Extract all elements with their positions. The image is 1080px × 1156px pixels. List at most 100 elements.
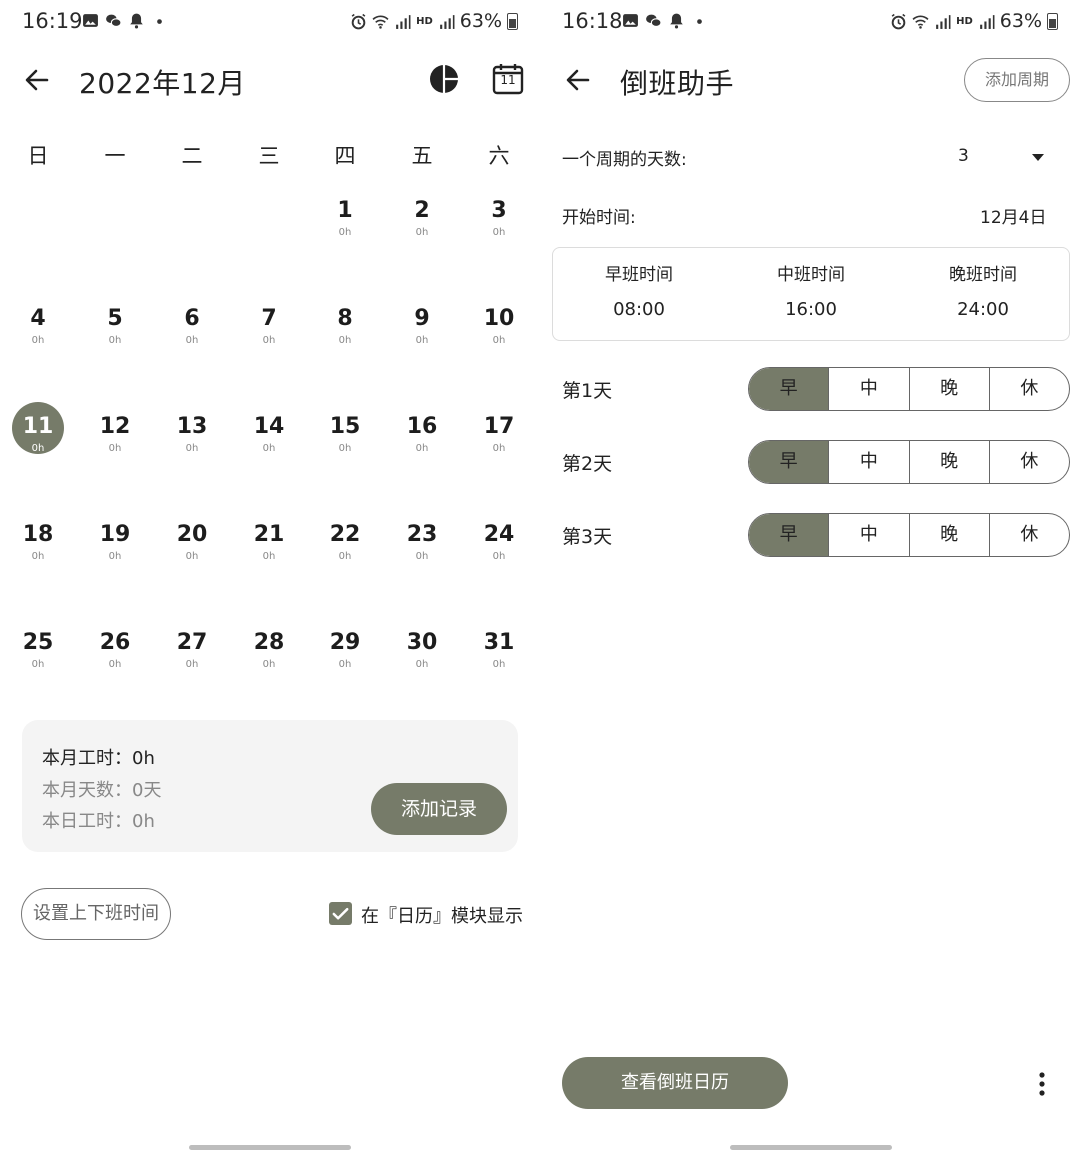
shift-option[interactable]: 休 [988, 368, 1069, 410]
day-hours: 0h [185, 443, 199, 454]
calendar-icon-day: 11 [500, 73, 516, 87]
calendar-day[interactable]: 15 0h [307, 414, 383, 474]
calendar-day[interactable]: 30 0h [384, 630, 460, 690]
day-number: 31 [483, 630, 515, 655]
calendar-day[interactable]: 27 0h [154, 630, 230, 690]
calendar-day[interactable]: 8 0h [307, 306, 383, 366]
day-number: 21 [253, 522, 285, 547]
start-time-value[interactable]: 12月4日 [980, 203, 1046, 228]
view-shift-calendar-button[interactable]: 查看倒班日历 [562, 1057, 788, 1109]
wifi-icon [912, 13, 929, 30]
start-time-label: 开始时间: [562, 208, 636, 228]
calendar-day[interactable]: 19 0h [77, 522, 153, 582]
calendar-day[interactable]: 28 0h [231, 630, 307, 690]
show-in-calendar-checkbox[interactable] [329, 902, 352, 925]
shift-option[interactable]: 中 [828, 368, 908, 410]
day-number: 9 [414, 306, 430, 331]
calendar-day[interactable]: 29 0h [307, 630, 383, 690]
calendar-day[interactable]: 23 0h [384, 522, 460, 582]
day-hours: 0h [415, 335, 429, 346]
calendar-day[interactable]: 10 0h [461, 306, 537, 366]
day-hours: 0h [338, 659, 352, 670]
calendar-day[interactable]: 5 0h [77, 306, 153, 366]
status-time: 16:19 [22, 9, 83, 33]
calendar-day[interactable]: 9 0h [384, 306, 460, 366]
calendar-day[interactable]: 11 0h [0, 402, 76, 474]
back-arrow-icon[interactable] [17, 60, 57, 100]
calendar-day[interactable]: 31 0h [461, 630, 537, 690]
back-arrow-icon[interactable] [558, 60, 598, 100]
shift-option[interactable]: 晚 [908, 441, 989, 483]
more-options-icon[interactable] [1034, 1070, 1050, 1098]
signal-icon [934, 13, 951, 30]
calendar-day[interactable]: 14 0h [231, 414, 307, 474]
calendar-day[interactable]: 13 0h [154, 414, 230, 474]
set-work-time-button[interactable]: 设置上下班时间 [21, 888, 171, 940]
day-hours: 0h [415, 227, 429, 238]
shift-option[interactable]: 休 [988, 514, 1069, 556]
home-indicator[interactable] [730, 1145, 892, 1150]
dropdown-arrow-icon[interactable] [1028, 147, 1048, 167]
calendar-day[interactable]: 7 0h [231, 306, 307, 366]
shift-option[interactable]: 中 [828, 514, 908, 556]
night-shift[interactable]: 晚班时间 24:00 [897, 260, 1069, 320]
notification-icons [82, 12, 168, 29]
morning-shift[interactable]: 早班时间 08:00 [553, 260, 725, 320]
day-hours: 0h [492, 443, 506, 454]
shift-option[interactable]: 晚 [908, 514, 989, 556]
calendar-day[interactable]: 25 0h [0, 630, 76, 690]
calendar-today-icon[interactable]: 11 [491, 62, 525, 96]
shift-option[interactable]: 早 [749, 368, 829, 410]
day-hours: 0h [415, 659, 429, 670]
calendar-day[interactable]: 24 0h [461, 522, 537, 582]
wechat-icon [105, 12, 122, 29]
day-number: 7 [261, 306, 277, 331]
shift-times-card: 早班时间 08:00 中班时间 16:00 晚班时间 24:00 [552, 247, 1070, 341]
day-number: 24 [483, 522, 515, 547]
calendar-day[interactable]: 20 0h [154, 522, 230, 582]
cycle-days-label: 一个周期的天数: [562, 150, 687, 170]
day-hours: 0h [415, 551, 429, 562]
image-icon [82, 12, 99, 29]
day-number: 27 [176, 630, 208, 655]
day-hours: 0h [492, 227, 506, 238]
show-in-calendar-label[interactable]: 在『日历』模块显示 [361, 902, 523, 928]
day-row-label: 第1天 [562, 380, 613, 402]
weekday-label: 日 [27, 144, 49, 168]
home-indicator[interactable] [189, 1145, 351, 1150]
calendar-day[interactable]: 12 0h [77, 414, 153, 474]
middle-shift[interactable]: 中班时间 16:00 [725, 260, 897, 320]
bell-icon [668, 12, 685, 29]
shift-option[interactable]: 休 [988, 441, 1069, 483]
pie-chart-icon[interactable] [427, 62, 461, 96]
shift-option[interactable]: 晚 [908, 368, 989, 410]
day-number: 13 [176, 414, 208, 439]
status-bar: 16:18 HD 63% [540, 0, 1080, 44]
calendar-day[interactable]: 18 0h [0, 522, 76, 582]
calendar-day[interactable]: 2 0h [384, 198, 460, 258]
day-hours: 0h [262, 659, 276, 670]
calendar-day[interactable]: 1 0h [307, 198, 383, 258]
add-cycle-button[interactable]: 添加周期 [964, 58, 1070, 102]
day-number: 2 [414, 198, 430, 223]
add-record-button[interactable]: 添加记录 [371, 783, 507, 835]
calendar-day[interactable]: 22 0h [307, 522, 383, 582]
shift-option[interactable]: 中 [828, 441, 908, 483]
shift-time: 16:00 [785, 299, 837, 320]
day-hours: 0h [108, 335, 122, 346]
weekday-label: 五 [411, 144, 433, 168]
calendar-day[interactable]: 16 0h [384, 414, 460, 474]
calendar-day[interactable]: 26 0h [77, 630, 153, 690]
calendar-day[interactable]: 6 0h [154, 306, 230, 366]
calendar-day[interactable]: 21 0h [231, 522, 307, 582]
shift-selector: 早中晚休 [748, 513, 1070, 557]
cycle-days-value[interactable]: 3 [958, 146, 969, 166]
status-bar: 16:19 HD 63% [0, 0, 540, 44]
calendar-day[interactable]: 3 0h [461, 198, 537, 258]
shift-option[interactable]: 早 [749, 514, 829, 556]
day-number: 5 [107, 306, 123, 331]
calendar-day[interactable]: 17 0h [461, 414, 537, 474]
weekday-label: 四 [334, 144, 356, 168]
shift-option[interactable]: 早 [749, 441, 829, 483]
calendar-day[interactable]: 4 0h [0, 306, 76, 366]
